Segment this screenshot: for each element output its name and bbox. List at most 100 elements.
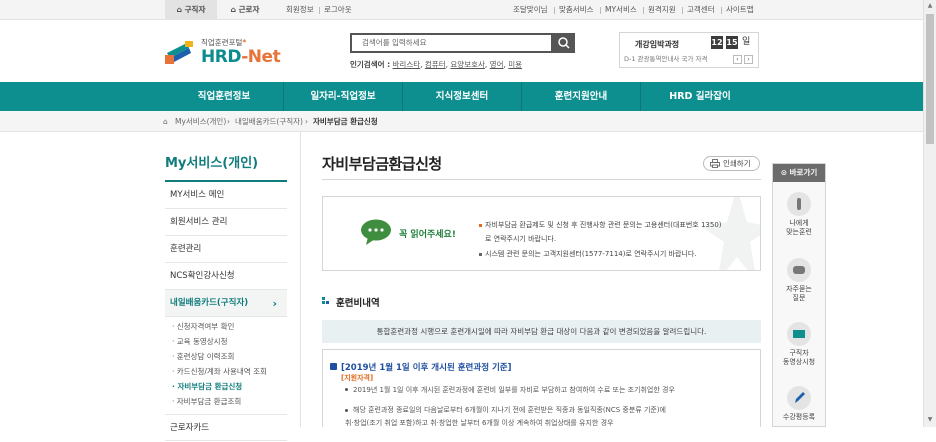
quick-links-panel: ⊙ 바로가기 나에게 맞는훈련 자주묻는 질문 구직자 동영상시청 수강평등록 <box>772 163 826 427</box>
chevron-right-icon: › <box>272 297 277 310</box>
sidebar-item-worker-card[interactable]: 근로자카드 <box>165 414 287 441</box>
sidebar-item-ncs[interactable]: NCS확인강사신청 <box>165 263 287 290</box>
next-arrow-icon[interactable]: › <box>744 55 753 64</box>
breadcrumb-item[interactable]: My서비스(개인) <box>175 111 226 132</box>
sidebar-item-card[interactable]: 내일배움카드(구직자) › <box>165 290 287 317</box>
hrd-net-logo[interactable]: 직업훈련포털* HRD-Net <box>165 36 285 70</box>
notice-label: 꼭 읽어주세요! <box>399 230 456 240</box>
scrollbar-thumb[interactable] <box>926 14 934 144</box>
sidebar-item-member[interactable]: 회원서비스 관리 <box>165 209 287 236</box>
submenu-label: 훈련상담 이력조회 <box>176 352 235 361</box>
submenu-label: 자비부담금 환급조회 <box>176 397 242 406</box>
title-divider <box>322 179 761 180</box>
home-icon[interactable]: ⌂ <box>163 111 168 132</box>
speech-bubble-icon <box>361 219 391 245</box>
sidebar-item-card-label: 내일배움카드(구직자) <box>170 298 249 308</box>
section-title: 훈련비내역 <box>336 298 380 309</box>
upcoming-course-title: 개강임박과정 <box>635 40 680 49</box>
divider <box>643 7 644 14</box>
submenu-item[interactable]: · 교육 동영상시청 <box>172 336 227 347</box>
scroll-down-icon[interactable]: ▼ <box>924 414 936 426</box>
breadcrumb-current: 자비부담금 환급신청 <box>313 117 378 126</box>
custom-service-link[interactable]: 맞춤서비스 <box>559 0 594 20</box>
keyword-link[interactable]: 영어 <box>490 60 504 69</box>
video-icon <box>787 322 811 346</box>
quick-links-header: ⊙ 바로가기 <box>773 164 825 182</box>
chevron-right-icon: › <box>227 117 230 126</box>
breadcrumb-item[interactable]: 내일배움카드(구직자) <box>235 111 303 132</box>
user-greeting: 조달맞이님 <box>513 5 548 14</box>
breadcrumb: ⌂ My서비스(개인) › 내일배움카드(구직자) › 자비부담금 환급신청 <box>0 111 923 132</box>
quick-link-label: 나에게 맞는훈련 <box>786 219 812 236</box>
nav-training-info[interactable]: 직업훈련정보 <box>165 82 283 111</box>
scroll-up-icon[interactable]: ▲ <box>924 0 936 12</box>
sidebar-item-training[interactable]: 훈련관리 <box>165 236 287 263</box>
quick-link-video[interactable]: 구직자 동영상시청 <box>773 322 825 367</box>
page-title: 자비부담금환급신청 <box>322 155 442 173</box>
notice-bullet <box>479 224 482 227</box>
submenu-item[interactable]: · 자비부담금 환급조회 <box>172 396 241 407</box>
keyword-link[interactable]: 컴퓨터 <box>425 60 446 69</box>
divider <box>721 7 722 14</box>
schedule-unit: 일 <box>742 37 751 47</box>
submenu-item-current[interactable]: · 자비부담금 환급신청 <box>172 381 242 392</box>
print-button-label: 인쇄하기 <box>723 159 751 168</box>
search-input[interactable]: 검색어를 입력하세요 <box>350 33 553 53</box>
divider <box>600 7 601 14</box>
nav-knowledge-center[interactable]: 지식정보센터 <box>403 82 521 111</box>
quick-link-label: 자주묻는 질문 <box>786 285 812 302</box>
upcoming-course-widget[interactable]: 개강임박과정 12 15 일 D-1 관광통역안내사 국가 자격 ‹ › <box>619 32 759 68</box>
keyword-link[interactable]: 요양보호사 <box>450 60 485 69</box>
submenu-item[interactable]: · 신청자격여부 확인 <box>172 321 234 332</box>
prev-arrow-icon[interactable]: ‹ <box>733 55 742 64</box>
nav-job-info[interactable]: 일자리-직업정보 <box>284 82 402 111</box>
search-button[interactable] <box>553 33 575 53</box>
member-info-link[interactable]: 회원정보 <box>286 0 314 20</box>
vertical-scrollbar[interactable]: ▲ ▼ <box>923 0 936 427</box>
nav-hrd-guide[interactable]: HRD 길라잡이 <box>641 82 759 111</box>
quick-link-review[interactable]: 수강평등록 <box>773 386 825 422</box>
sidebar-item-my-main[interactable]: MY서비스 메인 <box>165 182 287 209</box>
logo-wordmark: HRD-Net <box>201 47 281 67</box>
notice-bullet <box>479 253 482 256</box>
list-bullet <box>345 409 348 412</box>
tab-worker[interactable]: ⌂ 근로자 <box>219 0 271 20</box>
quick-link-faq[interactable]: 자주묻는 질문 <box>773 258 825 303</box>
keyword-link[interactable]: 미용 <box>508 60 522 69</box>
criteria-text: 2019년 1월 1일 이후 개시된 훈련과정에 훈련비 일부를 자비로 부담하… <box>353 386 675 394</box>
schedule-day: 15 <box>726 36 738 49</box>
nav-training-support[interactable]: 훈련지원안내 <box>522 82 640 111</box>
logout-link[interactable]: 로그아웃 <box>324 0 352 20</box>
pencil-icon <box>787 386 811 410</box>
info-bar: 통합훈련과정 시행으로 훈련개시일에 따라 자비부담 환급 대상이 다음과 같이… <box>322 320 761 343</box>
notice-text: 로 연락주시기 바랍니다. <box>485 235 557 243</box>
popular-label: 인기검색어 : <box>350 60 391 69</box>
sidebar-title: My서비스(개인) <box>165 156 259 171</box>
tab-jobseeker-label: 구직자 <box>184 5 206 14</box>
quick-links-title: 바로가기 <box>789 168 818 177</box>
print-button[interactable]: 인쇄하기 <box>703 156 760 171</box>
logo-hrd: HRD <box>201 47 242 67</box>
submenu-label: 카드신청/계좌 사용내역 조회 <box>176 367 267 376</box>
tab-jobseeker[interactable]: ⌂ 구직자 <box>165 0 217 20</box>
customer-center-link[interactable]: 고객센터 <box>687 0 715 20</box>
notice-text: 시스템 관련 문의는 고객지원센터(1577-7114)로 연락주시기 바랍니다… <box>485 250 697 258</box>
top-bar: ⌂ 구직자 ⌂ 근로자 회원정보 로그아웃 조달맞이님 맞춤서비스 MY서비스 … <box>0 0 923 20</box>
criteria-box: [2019년 1월 1일 이후 개시된 훈련과정 기준] [지원자격] 2019… <box>322 349 761 427</box>
keyword-link[interactable]: 바리스타 <box>393 60 421 69</box>
submenu-label: 교육 동영상시청 <box>176 337 228 346</box>
my-service-link[interactable]: MY서비스 <box>605 0 637 20</box>
sidebar: My서비스(개인) MY서비스 메인 회원서비스 관리 훈련관리 NCS확인강사… <box>165 132 287 441</box>
popular-keywords: 인기검색어 : 바리스타, 컴퓨터, 요양보호사, 영어, 미용 <box>350 60 523 69</box>
divider <box>554 7 555 14</box>
notice-text: 자비부담금 환급제도 및 신청 후 진행사항 관련 문의는 고용센터(대표번호 … <box>485 221 722 229</box>
submenu-item[interactable]: · 훈련상담 이력조회 <box>172 351 234 362</box>
remote-support-link[interactable]: 원격지원 <box>648 0 676 20</box>
sitemap-link[interactable]: 사이트맵 <box>726 0 754 20</box>
divider <box>682 7 683 14</box>
heading-bullet-icon <box>330 363 337 370</box>
quick-link-matching-training[interactable]: 나에게 맞는훈련 <box>773 192 825 237</box>
content-divider <box>300 132 301 427</box>
divider <box>319 7 320 14</box>
submenu-item[interactable]: · 카드신청/계좌 사용내역 조회 <box>172 366 267 377</box>
